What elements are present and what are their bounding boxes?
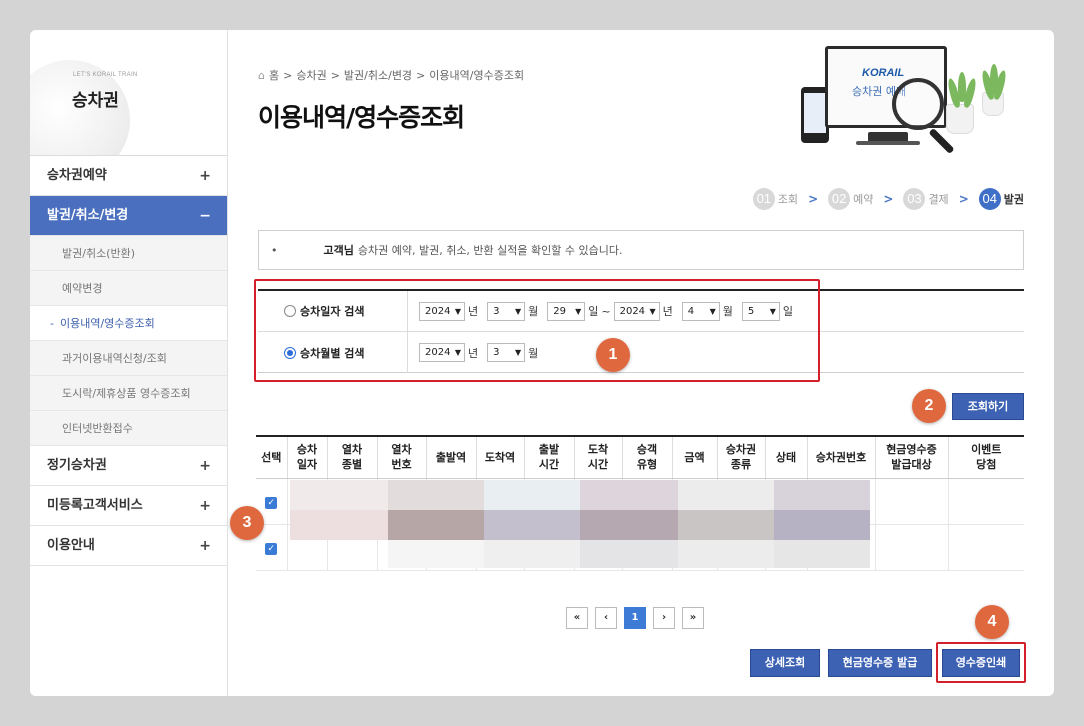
sidebar-subtitle: LET'S KORAIL TRAIN — [73, 72, 138, 78]
breadcrumb-issue[interactable]: 발권/취소/변경 — [344, 67, 412, 83]
sidebar-subitem-internet-refund[interactable]: 인터넷반환접수 — [30, 411, 227, 446]
last-page-button[interactable]: » — [682, 607, 704, 629]
step-badge-4: 4 — [975, 605, 1009, 639]
breadcrumb: ⌂ 홈 > 승차권 > 발권/취소/변경 > 이용내역/영수증조회 — [258, 67, 524, 83]
plus-icon: + — [199, 498, 211, 514]
chevron-right-icon: > — [808, 192, 819, 206]
plus-icon: + — [199, 168, 211, 184]
sidebar-item-label: 미등록고객서비스 — [47, 498, 143, 513]
sidebar-item-label: 이용안내 — [47, 538, 95, 553]
step-badge-3: 3 — [230, 506, 264, 540]
korail-illustration: KORAIL 승차권 예매 — [798, 40, 1028, 158]
column-header: 열차 번호 — [377, 436, 427, 479]
column-header: 승차권 종류 — [717, 436, 766, 479]
breadcrumb-current: 이용내역/영수증조회 — [429, 69, 525, 82]
column-header: 승객 유형 — [622, 436, 673, 479]
step-payment: 03 결제 — [903, 188, 949, 210]
page-title: 이용내역/영수증조회 — [258, 103, 465, 132]
sidebar-item-guest-service[interactable]: 미등록고객서비스 + — [30, 486, 227, 526]
step-issue: 04 발권 — [978, 188, 1024, 210]
sidebar-item-usage-guide[interactable]: 이용안내 + — [30, 526, 227, 566]
chevron-right-icon: > — [883, 192, 894, 206]
breadcrumb-separator: > — [283, 68, 293, 82]
magnifier-icon — [892, 78, 944, 130]
info-notice: • 고객님 승차권 예약, 발권, 취소, 반환 실적을 확인할 수 있습니다. — [258, 230, 1024, 270]
progress-steps: 01 조회 > 02 예약 > 03 결제 > 04 발권 — [752, 188, 1024, 210]
column-header: 이벤트 당첨 — [948, 436, 1024, 479]
breadcrumb-ticket[interactable]: 승차권 — [296, 67, 326, 83]
step-inquiry: 01 조회 — [752, 188, 798, 210]
home-icon: ⌂ — [258, 68, 265, 82]
sidebar-title: 승차권 — [72, 91, 119, 111]
column-header: 도착역 — [476, 436, 525, 479]
korail-logo: KORAIL — [862, 67, 905, 79]
sidebar-item-season-ticket[interactable]: 정기승차권 + — [30, 446, 227, 486]
main-content: ⌂ 홈 > 승차권 > 발권/취소/변경 > 이용내역/영수증조회 이용내역/영… — [228, 30, 1054, 696]
print-receipt-button[interactable]: 영수증인쇄 — [942, 649, 1020, 677]
plant-icon — [946, 104, 974, 134]
column-header: 승차 일자 — [287, 436, 328, 479]
search-button[interactable]: 조회하기 — [952, 393, 1024, 420]
column-header: 도착 시간 — [574, 436, 623, 479]
breadcrumb-home[interactable]: 홈 — [269, 67, 279, 83]
column-header: 금액 — [672, 436, 718, 479]
customer-name: 고객님 — [323, 244, 354, 257]
breadcrumb-separator: > — [330, 68, 340, 82]
app-frame: LET'S KORAIL TRAIN 승차권 승차권예약 + 발권/취소/변경 … — [30, 30, 1054, 696]
step-badge-1: 1 — [596, 338, 630, 372]
column-header: 승차권번호 — [807, 436, 876, 479]
sidebar-item-issue-cancel-change[interactable]: 발권/취소/변경 − — [30, 196, 227, 236]
plus-icon: + — [199, 538, 211, 554]
page-1-button[interactable]: 1 — [624, 607, 646, 629]
plus-icon: + — [199, 458, 211, 474]
step-reservation: 02 예약 — [828, 188, 873, 210]
breadcrumb-separator: > — [416, 68, 426, 82]
column-header: 현금영수증 발급대상 — [875, 436, 949, 479]
column-header: 출발 시간 — [524, 436, 575, 479]
minus-icon: − — [199, 208, 211, 224]
sidebar-subitem-usage-history[interactable]: 이용내역/영수증조회 — [30, 306, 227, 341]
prev-page-button[interactable]: ‹ — [595, 607, 617, 629]
row-checkbox[interactable]: ✓ — [265, 542, 278, 555]
sidebar-item-ticket-reservation[interactable]: 승차권예약 + — [30, 156, 227, 196]
cash-receipt-button[interactable]: 현금영수증 발급 — [828, 649, 932, 677]
table-header-row: 선택 승차 일자 열차 종별 열차 번호 출발역 도착역 출발 시간 도착 시간… — [256, 436, 1024, 479]
column-header: 선택 — [256, 436, 288, 479]
sidebar-item-label: 발권/취소/변경 — [47, 208, 129, 223]
sidebar-item-label: 승차권예약 — [47, 168, 107, 183]
sidebar-subitem-lunchbox-receipt[interactable]: 도시락/제휴상품 영수증조회 — [30, 376, 227, 411]
bullet: • — [271, 243, 278, 257]
sidebar-header: LET'S KORAIL TRAIN 승차권 — [30, 30, 227, 156]
row-checkbox[interactable]: ✓ — [265, 496, 278, 509]
redacted-data — [290, 480, 872, 568]
sidebar-subitem-issue-cancel[interactable]: 발권/취소(반환) — [30, 236, 227, 271]
next-page-button[interactable]: › — [653, 607, 675, 629]
info-text: 승차권 예약, 발권, 취소, 반환 실적을 확인할 수 있습니다. — [357, 244, 623, 257]
sidebar: LET'S KORAIL TRAIN 승차권 승차권예약 + 발권/취소/변경 … — [30, 30, 228, 696]
column-header: 상태 — [765, 436, 808, 479]
sidebar-item-label: 정기승차권 — [47, 458, 107, 473]
sidebar-subitem-past-history[interactable]: 과거이용내역신청/조회 — [30, 341, 227, 376]
sidebar-subitem-change-reservation[interactable]: 예약변경 — [30, 271, 227, 306]
detail-button[interactable]: 상세조회 — [750, 649, 820, 677]
column-header: 출발역 — [426, 436, 477, 479]
step-badge-2: 2 — [912, 389, 946, 423]
pagination: « ‹ 1 › » — [566, 607, 704, 629]
column-header: 열차 종별 — [327, 436, 378, 479]
chevron-right-icon: > — [958, 192, 969, 206]
highlight-search-box — [254, 279, 820, 382]
first-page-button[interactable]: « — [566, 607, 588, 629]
